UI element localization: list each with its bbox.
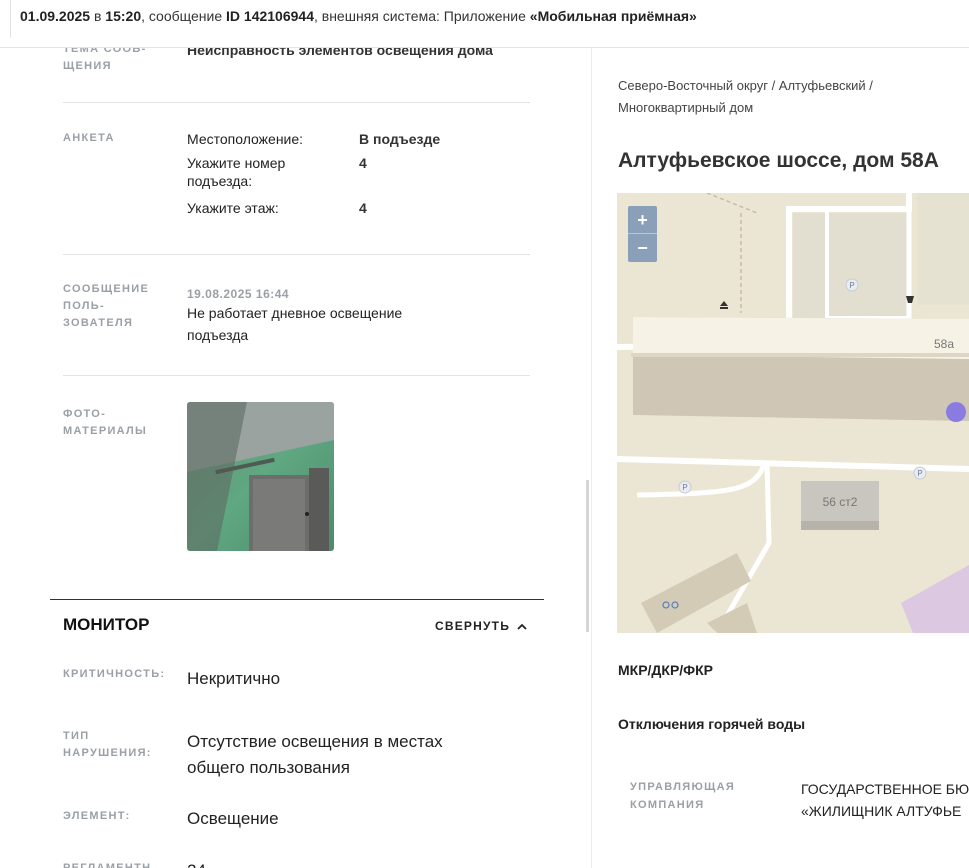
- monitor-field: РЕГЛАМЕНТН 24: [63, 860, 530, 868]
- survey-a-0: В подъезде: [359, 131, 441, 147]
- header-date: 01.09.2025: [20, 8, 91, 24]
- survey-row: АНКЕТА Местоположение: В подъезде Укажит…: [63, 128, 530, 228]
- photos-label: ФОТО-МАТЕРИАЛЫ: [63, 408, 148, 437]
- monitor-field-label: ЭЛЕМЕНТ:: [63, 810, 131, 822]
- zoom-out-button[interactable]: −: [628, 234, 657, 262]
- survey-a-1: 4: [359, 155, 367, 171]
- hot-water-section-title[interactable]: Отключения горячей воды: [618, 716, 805, 732]
- building-label-second: 56 ст2: [823, 495, 858, 509]
- header-edge: [10, 0, 11, 38]
- topic-row: ТЕМА СООБ-ЩЕНИЯ Неисправность элементов …: [63, 48, 530, 91]
- monitor-title: МОНИТОР: [63, 615, 150, 634]
- monitor-field-label: КРИТИЧНОСТЬ:: [63, 668, 166, 680]
- building-label-main: 58а: [934, 337, 954, 351]
- breadcrumb: Северо-Восточный округ / Алтуфьевский / …: [618, 78, 873, 115]
- chevron-up-icon: [517, 623, 527, 630]
- details-panel[interactable]: ТЕМА СООБ-ЩЕНИЯ Неисправность элементов …: [0, 48, 590, 868]
- monitor-field: КРИТИЧНОСТЬ: Некритично: [63, 666, 530, 706]
- monitor-divider: [50, 599, 544, 600]
- header-system-name: «Мобильная приёмная»: [529, 8, 697, 24]
- monitor-field-value: Отсутствие освещения в местах общего пол…: [187, 732, 443, 777]
- parking-label: P: [849, 281, 854, 290]
- header-system-text: , внешняя система: Приложение: [313, 8, 530, 24]
- header-time: 15:20: [105, 8, 142, 24]
- photo-thumbnail[interactable]: [187, 402, 334, 551]
- collapse-label: СВЕРНУТЬ: [435, 619, 511, 633]
- user-message-label: СООБЩЕНИЕ ПОЛЬ-ЗОВАТЕЛЯ: [63, 283, 150, 329]
- collapse-button[interactable]: СВЕРНУТЬ: [435, 619, 527, 633]
- divider: [63, 102, 530, 103]
- user-message-row: СООБЩЕНИЕ ПОЛЬ-ЗОВАТЕЛЯ 19.08.2025 16:44…: [63, 281, 530, 361]
- divider: [63, 375, 530, 376]
- management-label: УПРАВЛЯЮЩАЯ КОМПАНИЯ: [630, 781, 736, 811]
- parking-label: P: [917, 469, 922, 478]
- survey-q-2: Укажите этаж:: [187, 200, 279, 216]
- zoom-control: + −: [628, 206, 657, 262]
- monitor-field: ЭЛЕМЕНТ: Освещение: [63, 808, 530, 838]
- header-id: ID 142106944: [226, 8, 314, 24]
- survey-a-2: 4: [359, 200, 367, 216]
- monitor-field-label: ТИП НАРУШЕНИЯ:: [63, 730, 152, 759]
- monitor-field-value: Освещение: [187, 809, 279, 828]
- zoom-in-button[interactable]: +: [628, 206, 657, 234]
- survey-label: АНКЕТА: [63, 132, 115, 144]
- mkr-section-title[interactable]: МКР/ДКР/ФКР: [618, 662, 713, 678]
- parking-label: P: [682, 483, 687, 492]
- page-title: Алтуфьевское шоссе, дом 58А: [618, 149, 939, 172]
- map[interactable]: P P P 58а 56 ст2 + −: [617, 193, 969, 633]
- header-line: 01.09.2025 в 15:20, сообщение ID 1421069…: [20, 8, 697, 24]
- header-message-word: , сообщение: [141, 8, 227, 24]
- location-panel: Северо-Восточный округ / Алтуфьевский / …: [592, 48, 969, 868]
- header-in: в: [90, 8, 106, 24]
- monitor-field-value: Некритично: [187, 669, 281, 688]
- divider: [63, 254, 530, 255]
- survey-q-0: Местоположение:: [187, 131, 304, 147]
- user-message-text: Не работает дневное освещение подъезда: [187, 305, 403, 343]
- map-canvas: P P P 58а 56 ст2: [617, 193, 969, 633]
- monitor-field-value: 24: [187, 859, 206, 868]
- survey-q-1: Укажите номер подъезда:: [187, 155, 286, 189]
- topic-value: Неисправность элементов освещения дома: [187, 48, 493, 58]
- scrollbar[interactable]: [586, 480, 589, 632]
- monitor-field-label: РЕГЛАМЕНТН: [63, 862, 152, 868]
- header-bar: 01.09.2025 в 15:20, сообщение ID 1421069…: [0, 0, 969, 48]
- photos-row: ФОТО-МАТЕРИАЛЫ: [63, 402, 530, 565]
- management-value-line: «ЖИЛИЩНИК АЛТУФЬЕ: [801, 803, 962, 819]
- monitor-field: ТИП НАРУШЕНИЯ: Отсутствие освещения в ме…: [63, 728, 530, 788]
- management-value: ГОСУДАРСТВЕННОЕ БЮ «ЖИЛИЩНИК АЛТУФЬЕ: [801, 778, 969, 822]
- management-value-line: ГОСУДАРСТВЕННОЕ БЮ: [801, 781, 969, 797]
- topic-label: ТЕМА СООБ-ЩЕНИЯ: [63, 48, 147, 72]
